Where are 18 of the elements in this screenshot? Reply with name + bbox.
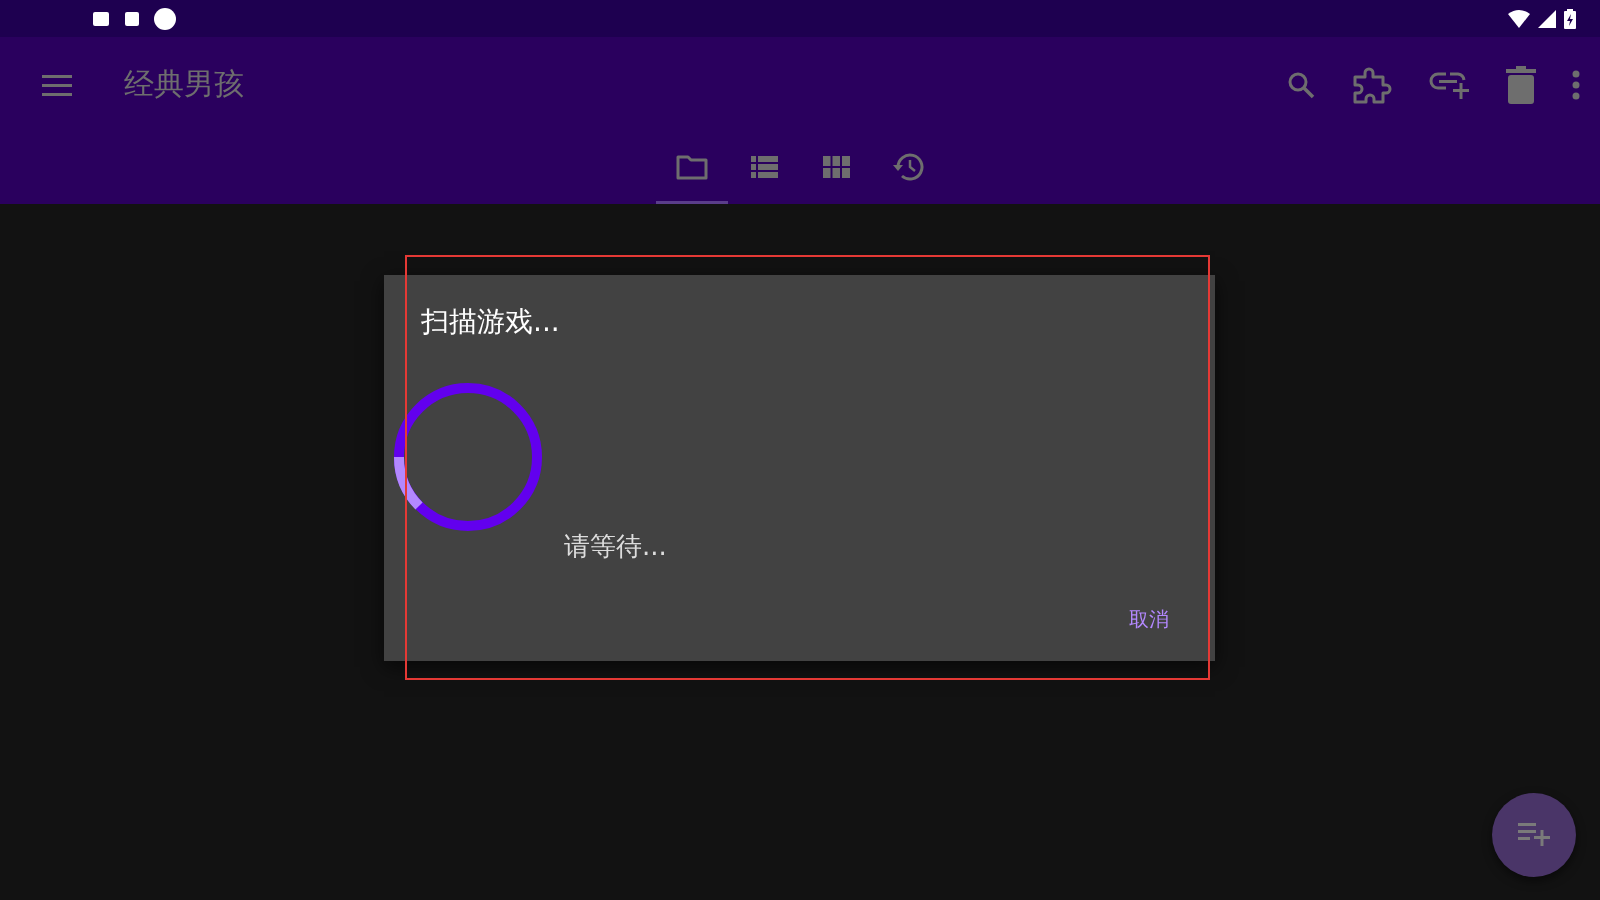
app-title: 经典男孩 [124, 65, 244, 103]
menu-icon [42, 73, 72, 96]
list-icon [750, 155, 778, 178]
notification-icon [124, 10, 140, 27]
grid-icon [822, 155, 850, 178]
battery-icon [1564, 8, 1576, 29]
history-icon [892, 151, 924, 182]
wait-message: 请等待... [564, 530, 667, 563]
dot-icon [154, 7, 176, 30]
notification-icon [92, 10, 110, 27]
playlist-add-icon [1518, 823, 1550, 847]
dialog-title: 扫描游戏... [421, 304, 561, 340]
wifi-icon [1508, 9, 1530, 28]
more-icon [1572, 69, 1580, 100]
folder-icon [676, 153, 708, 180]
cancel-button[interactable]: 取消 [1125, 602, 1173, 637]
signal-icon [1538, 9, 1556, 28]
trash-icon [1506, 65, 1536, 104]
